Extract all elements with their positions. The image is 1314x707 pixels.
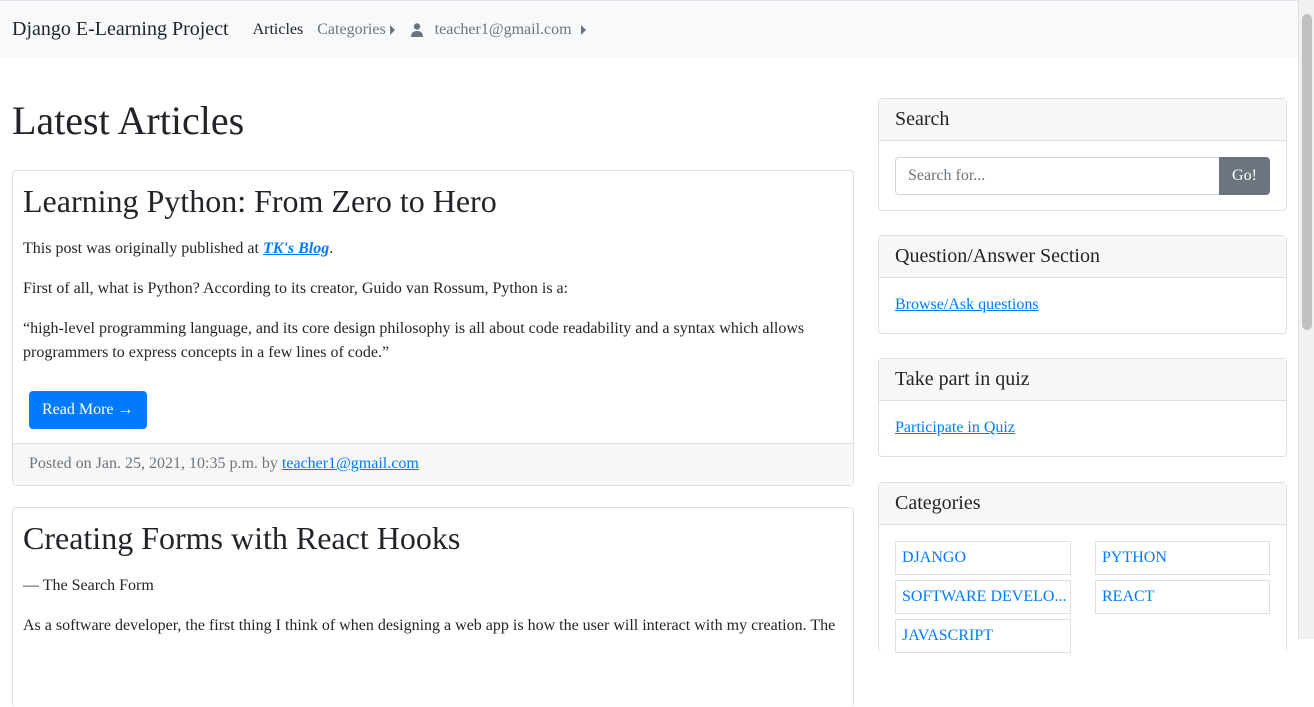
search-card-title: Search <box>879 99 1286 141</box>
participate-quiz-link[interactable]: Participate in Quiz <box>895 419 1015 436</box>
article-card: Learning Python: From Zero to Hero This … <box>12 170 854 486</box>
page-title: Latest Articles <box>12 98 245 143</box>
navbar: Django E-Learning Project Articles Categ… <box>0 0 1298 58</box>
article-title[interactable]: Learning Python: From Zero to Hero <box>23 181 843 221</box>
category-software-development[interactable]: SOFTWARE DEVELO... <box>895 580 1071 614</box>
nav-articles[interactable]: Articles <box>253 21 304 39</box>
category-javascript[interactable]: JAVASCRIPT <box>895 619 1071 653</box>
search-go-button[interactable]: Go! <box>1219 157 1270 195</box>
categories-card: Categories DJANGO PYTHON SOFTWARE DEVELO… <box>878 482 1287 653</box>
categories-grid: DJANGO PYTHON SOFTWARE DEVELO... REACT J… <box>895 541 1270 653</box>
brand-link[interactable]: Django E-Learning Project <box>12 18 229 41</box>
categories-card-title: Categories <box>879 483 1286 525</box>
article-title[interactable]: Creating Forms with React Hooks <box>23 518 843 558</box>
search-input[interactable] <box>895 157 1219 195</box>
quiz-card: Take part in quiz Participate in Quiz <box>878 358 1287 457</box>
article-paragraph: As a software developer, the first thing… <box>23 617 836 634</box>
qa-card-title: Question/Answer Section <box>879 236 1286 278</box>
author-link[interactable]: teacher1@gmail.com <box>282 455 419 472</box>
category-django[interactable]: DJANGO <box>895 541 1071 575</box>
nav-user-dropdown[interactable]: teacher1@gmail.com <box>409 21 586 39</box>
browse-questions-link[interactable]: Browse/Ask questions <box>895 296 1039 313</box>
main-content: Latest Articles Learning Python: From Ze… <box>12 58 854 707</box>
qa-card: Question/Answer Section Browse/Ask quest… <box>878 235 1287 334</box>
category-react[interactable]: REACT <box>1095 580 1270 614</box>
article-paragraph: First of all, what is Python? According … <box>23 280 569 297</box>
search-card: Search Go! <box>878 98 1287 211</box>
quiz-card-title: Take part in quiz <box>879 359 1286 401</box>
article-paragraph: — The Search Form <box>23 577 154 594</box>
category-python[interactable]: PYTHON <box>1095 541 1270 575</box>
vertical-scrollbar[interactable] <box>1298 0 1314 639</box>
posted-on-text: Posted on Jan. 25, 2021, 10:35 p.m. by <box>29 455 282 472</box>
nav-user-label: teacher1@gmail.com <box>434 20 572 38</box>
caret-right-icon <box>389 24 395 35</box>
blog-link[interactable]: TK's Blog <box>263 240 329 257</box>
article-card: Creating Forms with React Hooks — The Se… <box>12 507 854 707</box>
article-footer: Posted on Jan. 25, 2021, 10:35 p.m. by t… <box>13 443 853 485</box>
article-intro-suffix: . <box>329 240 334 257</box>
nav-categories-dropdown[interactable]: Categories <box>317 20 395 39</box>
user-icon <box>410 22 423 37</box>
article-quote: “high-level programming language, and it… <box>23 320 805 361</box>
read-more-button[interactable]: Read More → <box>29 391 147 429</box>
article-intro: This post was originally published at TK… <box>23 237 843 261</box>
search-group: Go! <box>895 157 1270 195</box>
scrollbar-thumb[interactable] <box>1302 14 1312 330</box>
article-intro-text: This post was originally published at <box>23 240 263 257</box>
nav-categories-label: Categories <box>317 20 386 38</box>
caret-right-icon <box>580 24 586 35</box>
